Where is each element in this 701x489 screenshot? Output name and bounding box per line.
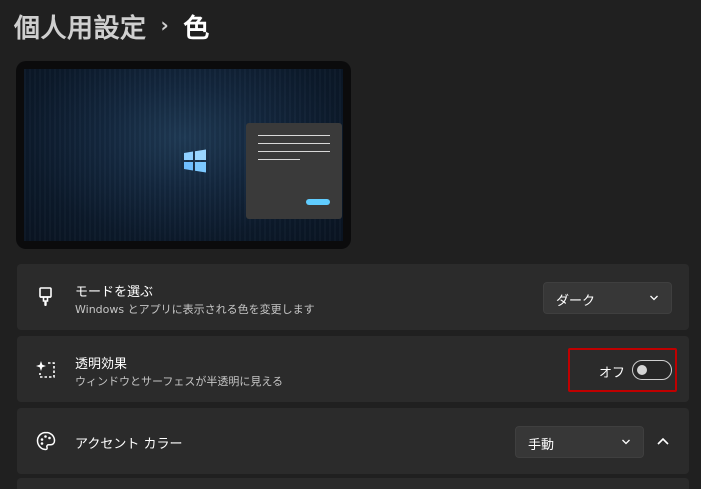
brush-icon [39,287,52,306]
preview-line [258,135,330,136]
breadcrumb: 個人用設定 › 色 [14,6,210,46]
preview-accent-button [306,199,330,205]
setting-card-accent-color[interactable]: アクセント カラー 手動 [17,408,689,474]
theme-preview [16,61,351,249]
palette-icon [36,431,56,451]
preview-line [258,143,330,144]
mode-dropdown-value: ダーク [556,294,596,309]
setting-card-mode: モードを選ぶ Windows とアプリに表示される色を変更します ダーク [17,264,689,330]
transparency-toggle-label: オフ [599,366,626,381]
preview-window [246,123,342,219]
windows-logo-icon [184,149,206,173]
chevron-down-icon [622,439,630,445]
setting-title-accent-color: アクセント カラー [75,437,183,452]
setting-title-mode: モードを選ぶ [75,285,154,300]
accent-color-dropdown[interactable]: 手動 [515,426,644,458]
setting-description-transparency: ウィンドウとサーフェスが半透明に見える [75,375,284,388]
breadcrumb-separator-icon: › [160,13,170,37]
settings-page: 個人用設定 › 色 モードを選ぶ Windows とアプリに表示される色を変更し… [0,0,701,489]
chevron-up-icon[interactable] [655,434,671,448]
mode-dropdown[interactable]: ダーク [543,282,672,314]
transparency-sparkle-icon [36,361,55,378]
preview-line [258,151,330,152]
page-title: 色 [183,13,210,44]
toggle-knob [637,365,647,375]
chevron-down-icon [650,295,658,301]
setting-card-accent-expanded [17,478,689,489]
wallpaper-image [24,69,343,241]
breadcrumb-parent[interactable]: 個人用設定 [14,8,147,45]
preview-line [258,159,300,160]
transparency-toggle[interactable] [632,360,672,380]
setting-description-mode: Windows とアプリに表示される色を変更します [75,303,315,316]
accent-color-dropdown-value: 手動 [528,438,555,453]
setting-title-transparency: 透明効果 [75,357,128,372]
